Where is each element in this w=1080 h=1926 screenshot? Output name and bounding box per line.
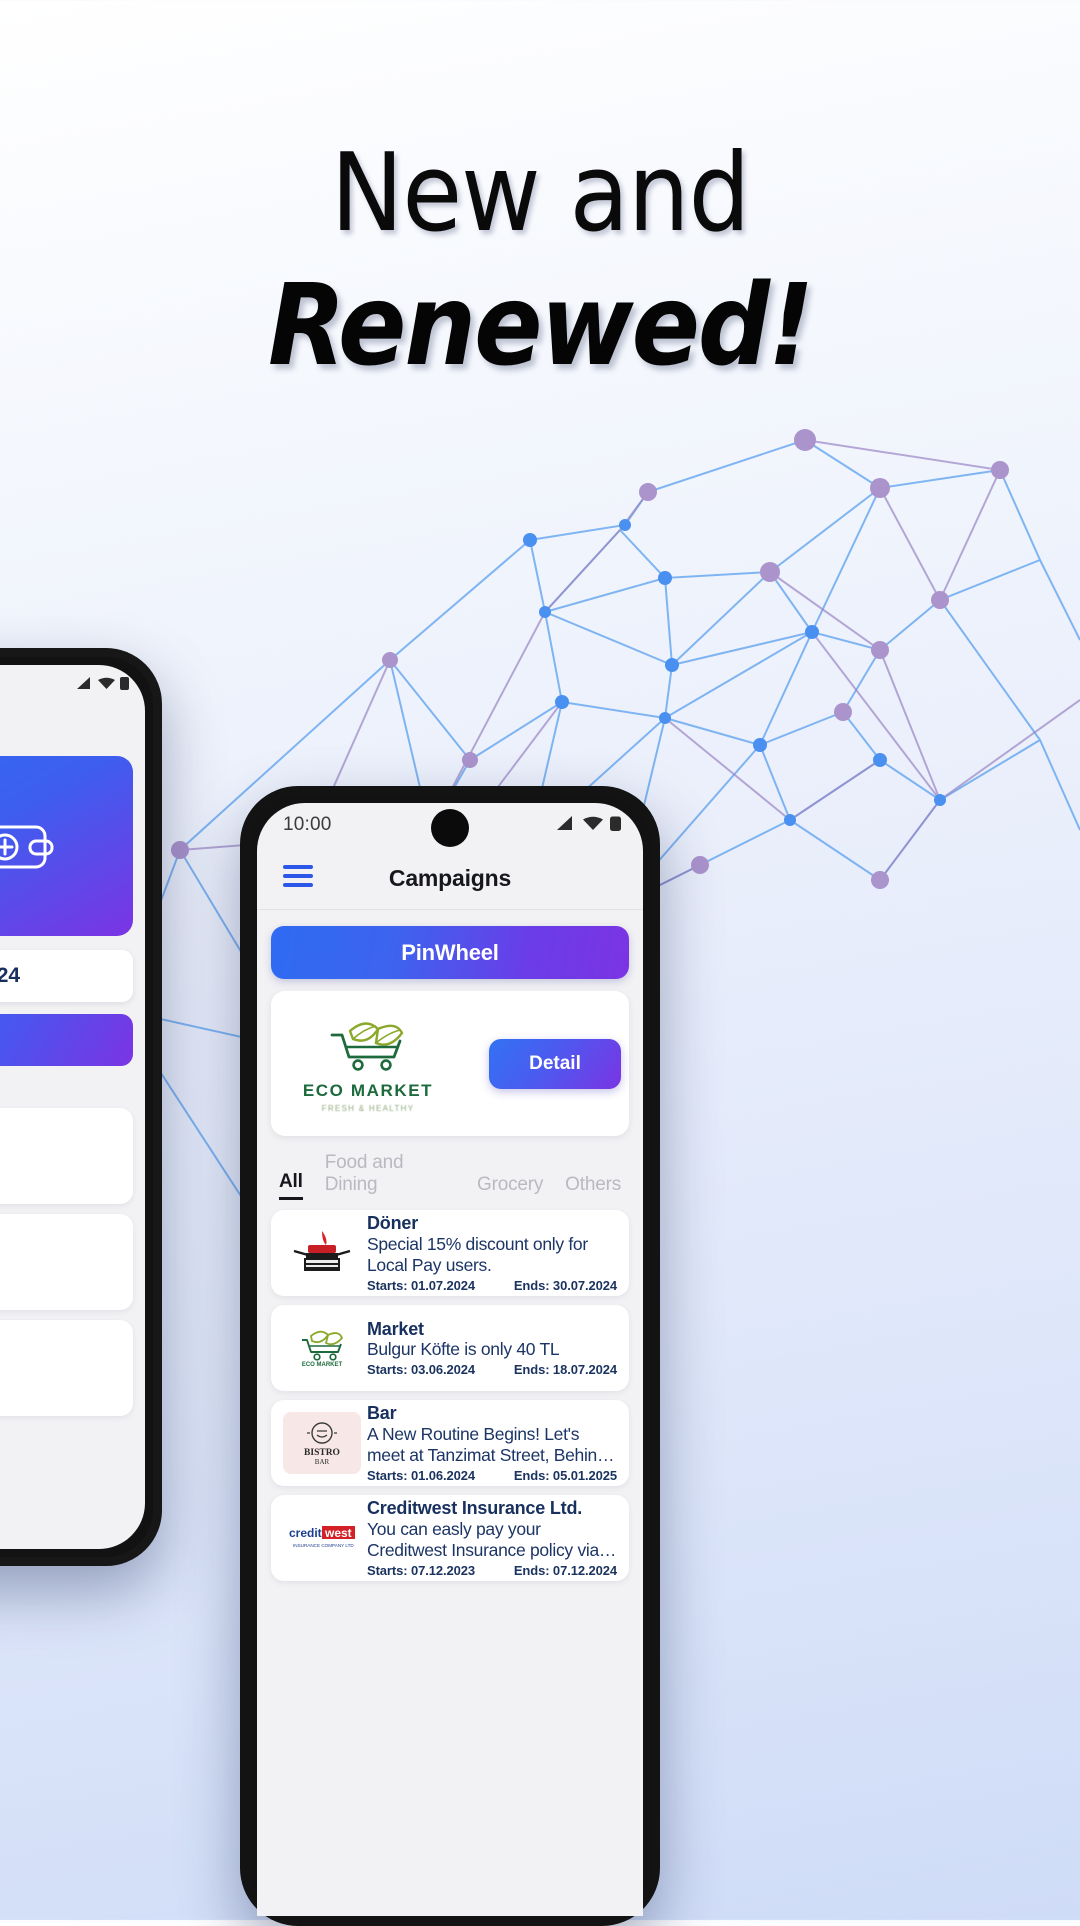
headline-line-1: New and <box>330 131 751 256</box>
campaign-dates: Starts: 03.06.2024 Ends: 18.07.2024 <box>367 1362 617 1377</box>
bistro-bar-logo-icon: BISTRO BAR <box>304 1422 340 1466</box>
list-item[interactable] <box>0 1320 133 1416</box>
bistro-bar-logo-icon: BISTRO BAR <box>283 1412 361 1474</box>
app-bar: Campaigns <box>257 851 643 910</box>
table-row[interactable]: ECO MARKET Market Bulgur Köfte is only 4… <box>271 1305 629 1391</box>
featured-campaign-card[interactable]: ECO MARKET FRESH & HEALTHY Detail <box>271 991 629 1136</box>
eco-market-logo-icon: ECO MARKET <box>302 1330 344 1368</box>
svg-text:credit: credit <box>289 1526 322 1540</box>
campaign-dates: Starts: 01.06.2024 Ends: 05.01.2025 <box>367 1468 617 1483</box>
campaign-end-date: Ends: 30.07.2024 <box>513 1277 617 1293</box>
svg-text:BISTRO: BISTRO <box>304 1448 340 1458</box>
detail-button[interactable]: Detail <box>489 1038 621 1089</box>
secondary-status-bar <box>0 665 145 707</box>
campaign-end-date: Ends: 07.12.2024 <box>513 1562 617 1578</box>
campaign-description: Special 15% discount only for Local Pay … <box>367 1233 588 1275</box>
add-wallet-icon <box>0 825 54 869</box>
list-item[interactable] <box>0 1214 133 1310</box>
pinwheel-banner[interactable]: PinWheel <box>271 926 629 979</box>
tab-food-and-dining[interactable]: Food and Dining <box>325 1152 455 1200</box>
primary-phone-screen: 10:00 Campaigns PinWheel ECO MARKET FRES… <box>257 803 643 1916</box>
table-row[interactable]: BISTRO BAR Bar A New Routine Begins! Let… <box>271 1400 629 1486</box>
eco-market-logo-icon: ECO MARKET <box>283 1317 361 1379</box>
camera-notch <box>431 809 469 847</box>
campaign-title: Döner <box>367 1213 419 1234</box>
campaign-description: You can easly pay your Creditwest Insura… <box>367 1518 599 1560</box>
hero-headline: New and Renewed! <box>0 131 1080 391</box>
campaign-dates: Starts: 07.12.2023 Ends: 07.12.2024 <box>367 1563 617 1578</box>
headline-line-2: Renewed! <box>268 261 814 391</box>
primary-phone-mockup: 10:00 Campaigns PinWheel ECO MARKET FRES… <box>240 786 660 1926</box>
secondary-phone-screen: ts 18/07/2024 he X button. <box>0 665 145 1549</box>
eco-market-logo: ECO MARKET FRESH & HEALTHY <box>293 1015 443 1113</box>
campaign-list: Döner Special 15% discount only for Loca… <box>257 1210 643 1581</box>
campaign-content: Market Bulgur Köfte is only 40 TL Starts… <box>361 1319 617 1378</box>
campaign-title: Bar <box>367 1403 397 1424</box>
campaign-dates: Starts: 01.07.2024 Ends: 30.07.2024 <box>367 1278 617 1293</box>
campaign-start-date: Starts: 01.07.2024 <box>367 1277 476 1293</box>
creditwest-logo-icon: credit west INSURANCE COMPANY LTD <box>283 1507 361 1569</box>
campaign-content: Creditwest Insurance Ltd. You can easly … <box>361 1498 617 1578</box>
wifi-icon <box>583 816 603 830</box>
secondary-status-icons <box>77 676 129 690</box>
date-filter-value[interactable]: 18/07/2024 <box>0 950 133 1002</box>
tab-grocery[interactable]: Grocery <box>477 1174 543 1200</box>
signal-icon <box>557 815 572 830</box>
table-row[interactable]: credit west INSURANCE COMPANY LTD Credit… <box>271 1495 629 1581</box>
wifi-icon <box>98 677 115 689</box>
doner-grill-logo-icon <box>283 1222 361 1284</box>
filter-hint-text: he X button. <box>0 1066 145 1098</box>
svg-text:BAR: BAR <box>315 1458 330 1466</box>
list-item[interactable] <box>0 1108 133 1204</box>
battery-icon <box>610 816 621 831</box>
tab-others[interactable]: Others <box>565 1174 621 1200</box>
tab-all[interactable]: All <box>279 1171 303 1200</box>
campaign-title: Market <box>367 1318 424 1339</box>
campaign-start-date: Starts: 03.06.2024 <box>367 1362 476 1378</box>
secondary-page-title: ts <box>0 707 145 744</box>
secondary-phone-mockup: ts 18/07/2024 he X button. <box>0 648 162 1566</box>
eco-market-tagline: FRESH & HEALTHY <box>321 1103 415 1113</box>
status-time: 10:00 <box>283 814 332 835</box>
table-row[interactable]: Döner Special 15% discount only for Loca… <box>271 1210 629 1296</box>
campaign-title: Creditwest Insurance Ltd. <box>367 1498 583 1519</box>
apply-filter-button[interactable] <box>0 1014 133 1066</box>
svg-text:west: west <box>324 1526 352 1540</box>
campaign-start-date: Starts: 01.06.2024 <box>367 1467 476 1483</box>
campaign-end-date: Ends: 05.01.2025 <box>513 1467 617 1483</box>
campaign-description: A New Routine Begins! Let's meet at Tanz… <box>367 1423 607 1465</box>
doner-grill-logo-icon <box>293 1231 351 1271</box>
status-icons <box>557 815 621 831</box>
creditwest-logo-icon: credit west INSURANCE COMPANY LTD <box>289 1526 355 1548</box>
eco-market-name: ECO MARKET <box>302 1080 434 1100</box>
category-tab-bar: All Food and Dining Grocery Others <box>257 1136 643 1210</box>
status-bar: 10:00 <box>257 803 643 851</box>
campaign-start-date: Starts: 07.12.2023 <box>367 1562 476 1578</box>
shopping-cart-leaf-icon <box>330 1021 404 1071</box>
page-title: Campaigns <box>388 865 512 891</box>
campaign-content: Bar A New Routine Begins! Let's meet at … <box>361 1403 617 1483</box>
pinwheel-banner-label: PinWheel <box>401 939 499 965</box>
add-wallet-card[interactable] <box>0 756 133 936</box>
campaign-content: Döner Special 15% discount only for Loca… <box>361 1213 617 1293</box>
svg-text:ECO MARKET: ECO MARKET <box>302 1362 343 1368</box>
svg-text:INSURANCE COMPANY LTD: INSURANCE COMPANY LTD <box>293 1543 354 1548</box>
battery-icon <box>120 677 129 690</box>
signal-icon <box>77 676 90 689</box>
campaign-description: Bulgur Köfte is only 40 TL <box>367 1339 560 1360</box>
campaign-end-date: Ends: 18.07.2024 <box>513 1362 617 1378</box>
